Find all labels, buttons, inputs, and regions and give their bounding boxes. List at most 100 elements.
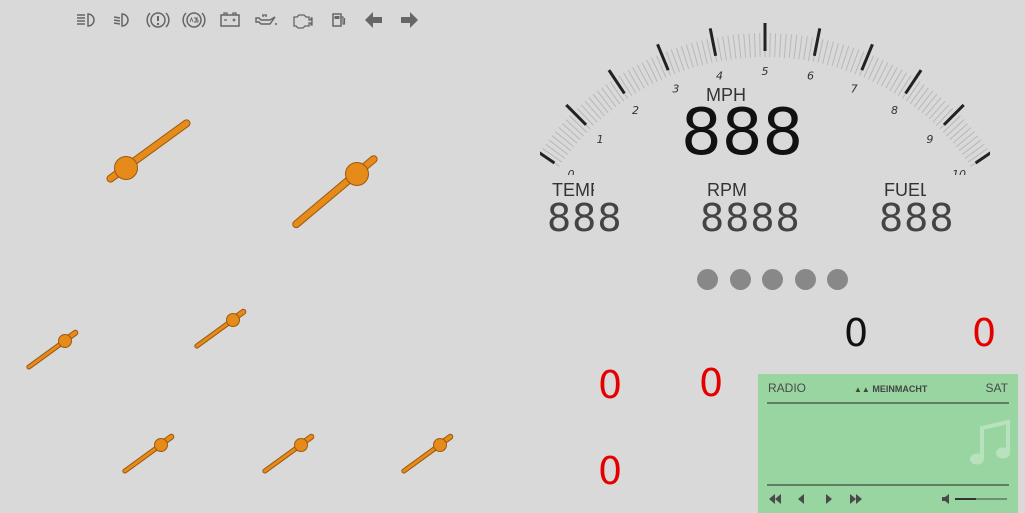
speedometer-minor-tick	[822, 40, 829, 64]
warning-lights-bar	[70, 8, 420, 32]
previous-icon[interactable]	[792, 492, 810, 506]
play-icon[interactable]	[820, 492, 838, 506]
speedometer-tick-label: 10	[952, 168, 966, 175]
speedometer-minor-tick	[958, 135, 979, 152]
indicator-dot	[730, 269, 751, 290]
speedometer-tick-label: 3	[672, 83, 679, 96]
speedometer-minor-tick	[651, 57, 663, 80]
speedometer-minor-tick	[872, 59, 884, 82]
speedometer-tick-label: 0	[568, 168, 575, 175]
speedometer-minor-tick	[701, 40, 708, 64]
speed-display: 888	[681, 96, 804, 170]
fast-forward-icon[interactable]	[847, 492, 865, 506]
volume-icon[interactable]	[938, 492, 956, 506]
speedometer-tick-label: 4	[716, 69, 723, 82]
speedometer-major-tick	[812, 28, 822, 57]
counter-black: 0	[844, 311, 869, 355]
speedometer-minor-tick	[555, 131, 575, 148]
speedometer-minor-tick	[727, 35, 732, 60]
rewind-icon[interactable]	[766, 492, 784, 506]
speedometer-minor-tick	[605, 84, 621, 105]
speedometer-minor-tick	[961, 139, 982, 155]
speedometer-major-tick	[656, 43, 670, 71]
speedometer-minor-tick	[885, 67, 898, 89]
speedometer-minor-tick	[691, 42, 699, 67]
speedometer-minor-tick	[867, 57, 879, 80]
indicator-dot	[762, 269, 783, 290]
speedometer-minor-tick	[623, 72, 637, 94]
speedometer-minor-tick	[706, 39, 713, 63]
music-note-icon	[968, 418, 1010, 473]
fuel-display: 888	[879, 196, 955, 240]
speedometer-tick-label: 1	[597, 133, 604, 146]
indicator-dot	[697, 269, 718, 290]
brand-logo-icon: ▲▲	[854, 385, 870, 394]
radio-divider-bottom	[767, 484, 1009, 486]
speedometer-minor-tick	[562, 123, 581, 140]
oil-pressure-icon	[252, 8, 280, 32]
speedometer-minor-tick	[826, 41, 834, 66]
abs-icon	[180, 8, 208, 32]
radio-brand-label: MEINMACHT	[872, 384, 928, 394]
speedometer-minor-tick	[732, 34, 737, 59]
rpm-display: 8888	[700, 196, 801, 240]
counter-red-mid-center: 0	[699, 361, 724, 405]
speedometer-minor-tick	[743, 33, 747, 58]
radio-divider-top	[767, 402, 1009, 404]
speedometer-minor-tick	[584, 100, 602, 120]
speedometer-minor-tick	[946, 119, 965, 137]
speedometer-minor-tick	[955, 131, 975, 148]
speedometer-minor-tick	[817, 39, 824, 63]
speedometer-minor-tick	[831, 42, 839, 67]
indicator-dot	[795, 269, 816, 290]
speedometer-tick-label: 8	[891, 104, 898, 117]
indicator-dots	[697, 269, 857, 293]
speedometer: 0 1 2 3 4 5 6 7 8 9 10 MPH 888	[530, 0, 1000, 181]
speedometer-minor-tick	[925, 97, 942, 117]
speedometer-minor-tick	[592, 93, 609, 114]
speedometer-minor-tick	[793, 34, 798, 59]
radio-sat-label: SAT	[985, 381, 1008, 395]
speedometer-minor-tick	[774, 33, 777, 58]
speedometer-minor-tick	[952, 127, 972, 144]
speedometer-minor-tick	[917, 90, 934, 111]
speedometer-minor-tick	[558, 127, 578, 144]
speedometer-minor-tick	[601, 87, 617, 108]
speedometer-minor-tick	[876, 62, 889, 85]
radio-mode-label: RADIO	[768, 381, 807, 395]
speedometer-minor-tick	[641, 62, 654, 85]
speedometer-minor-tick	[632, 67, 645, 89]
battery-icon	[216, 8, 244, 32]
speedometer-minor-tick	[551, 135, 572, 152]
speedometer-minor-tick	[798, 35, 803, 60]
counter-red-bottom: 0	[598, 449, 623, 493]
speedometer-tick-label: 7	[851, 83, 858, 96]
radio-brand: ▲▲ MEINMACHT	[854, 384, 927, 394]
speedometer-tick-label: 2	[632, 104, 639, 117]
speedometer-major-tick	[607, 69, 626, 95]
speedometer-minor-tick	[753, 33, 756, 58]
low-beam-icon	[108, 8, 136, 32]
volume-slider-fill	[955, 498, 976, 500]
speedometer-minor-tick	[921, 93, 938, 114]
speedometer-minor-tick	[913, 87, 929, 108]
brake-warning-icon	[144, 8, 172, 32]
speedometer-minor-tick	[722, 36, 727, 61]
engine-check-icon	[288, 8, 316, 32]
speedometer-minor-tick	[893, 72, 907, 94]
speedometer-minor-tick	[949, 123, 968, 140]
volume-slider[interactable]	[955, 498, 1007, 500]
speedometer-minor-tick	[627, 69, 641, 91]
speedometer-minor-tick	[636, 64, 650, 87]
temp-display: 888	[547, 196, 623, 240]
speedometer-minor-tick	[737, 34, 742, 59]
speedometer-minor-tick	[545, 143, 566, 159]
speedometer-minor-tick	[779, 33, 782, 58]
speedometer-minor-tick	[580, 104, 598, 123]
speedometer-major-tick	[904, 69, 923, 95]
speedometer-minor-tick	[588, 97, 605, 117]
speedometer-minor-tick	[716, 37, 723, 61]
speedometer-minor-tick	[565, 119, 584, 137]
turn-left-icon	[360, 8, 388, 32]
speedometer-minor-tick	[880, 64, 894, 87]
